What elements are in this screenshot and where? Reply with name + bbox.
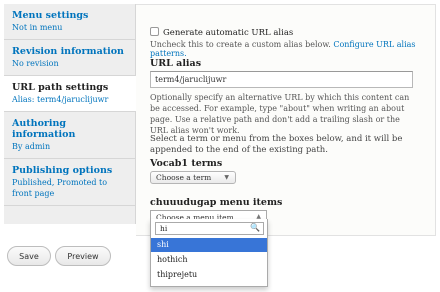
- tab-url-path-settings[interactable]: URL path settings Alias: term4/jarucliju…: [4, 76, 136, 112]
- auto-alias-checkbox[interactable]: [150, 27, 159, 36]
- tab-menu-settings[interactable]: Menu settings Not in menu: [4, 4, 135, 40]
- menu-items-label: chuuudugap menu items: [150, 197, 283, 208]
- url-alias-label: URL alias: [150, 58, 202, 69]
- tab-title: Authoring information: [12, 118, 76, 140]
- dropdown-option[interactable]: thiprejetu: [151, 268, 267, 282]
- tab-title: Menu settings: [12, 10, 89, 21]
- tab-publishing-options[interactable]: Publishing options Published, Promoted t…: [4, 159, 135, 206]
- vertical-tabs-list: Menu settings Not in menu Revision infor…: [4, 4, 136, 224]
- tab-summary: Not in menu: [12, 23, 63, 32]
- url-alias-input[interactable]: term4/jaruclijuwr: [150, 71, 413, 88]
- auto-alias-desc-text: Uncheck this to create a custom alias be…: [150, 40, 331, 49]
- tab-summary: Published, Promoted to front page: [12, 178, 108, 198]
- vertical-tabs-panel: Menu settings Not in menu Revision infor…: [0, 0, 440, 236]
- auto-alias-row[interactable]: Generate automatic URL alias: [150, 27, 293, 38]
- dropdown-option[interactable]: hothich: [151, 253, 267, 267]
- tab-title: Publishing options: [12, 165, 113, 176]
- tab-title: Revision information: [12, 46, 124, 57]
- vocab-terms-label: Vocab1 terms: [150, 158, 223, 169]
- search-icon: 🔍: [250, 223, 260, 232]
- menu-items-dropdown: hi 🔍 shi hothich thiprejetu: [150, 219, 268, 287]
- tab-summary: By admin: [12, 142, 51, 151]
- tab-summary: No revision: [12, 59, 59, 68]
- dropdown-option[interactable]: shi: [151, 238, 267, 252]
- auto-alias-description: Uncheck this to create a custom alias be…: [150, 40, 440, 58]
- append-description: Select a term or menu from the boxes bel…: [150, 134, 403, 155]
- preview-button[interactable]: Preview: [55, 246, 111, 266]
- vocab-select-value: Choose a term: [156, 173, 212, 182]
- url-alias-description: Optionally specify an alternative URL by…: [150, 93, 410, 135]
- save-button[interactable]: Save: [7, 246, 51, 266]
- tab-summary: Alias: term4/jaruclijuwr: [12, 95, 109, 104]
- chevron-down-icon: ▼: [224, 174, 229, 181]
- vocab-terms-select[interactable]: Choose a term ▼: [150, 171, 236, 184]
- tab-authoring-information[interactable]: Authoring information By admin: [4, 112, 135, 159]
- url-path-settings-pane: Generate automatic URL alias Uncheck thi…: [136, 4, 436, 236]
- menu-search-input[interactable]: hi 🔍: [155, 222, 264, 235]
- tab-title: URL path settings: [12, 82, 109, 93]
- auto-alias-label: Generate automatic URL alias: [163, 28, 294, 38]
- menu-search-value: hi: [160, 224, 168, 233]
- tab-revision-information[interactable]: Revision information No revision: [4, 40, 135, 76]
